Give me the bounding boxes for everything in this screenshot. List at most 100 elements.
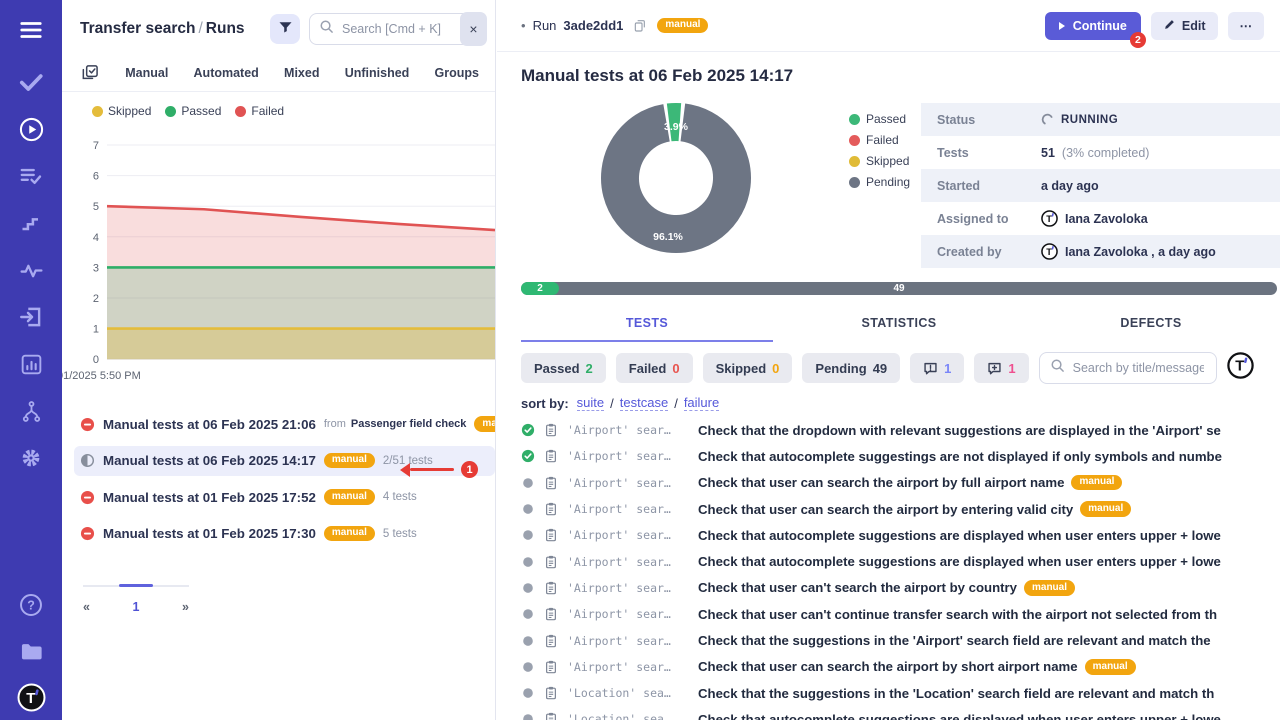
runs-header: Transfer search/Runs ×	[62, 0, 495, 54]
pending-icon	[521, 686, 535, 700]
help-icon[interactable]: ?	[16, 590, 46, 620]
pagination-next[interactable]: »	[182, 600, 189, 614]
test-suite: 'Airport' sear…	[567, 555, 689, 569]
legend-pending: Pending	[849, 175, 910, 189]
filter-chip-passed[interactable]: Passed 2	[521, 353, 606, 383]
testcase-icon	[544, 686, 558, 700]
close-search-button[interactable]: ×	[460, 12, 487, 46]
breadcrumb: Transfer search/Runs	[80, 20, 261, 38]
test-suite: 'Airport' sear…	[567, 581, 689, 595]
runs-search-input[interactable]	[340, 21, 456, 37]
tab-mixed[interactable]: Mixed	[284, 66, 319, 80]
comment-exclamation-chip[interactable]: 1	[910, 353, 964, 383]
sign-in-icon[interactable]	[16, 302, 46, 332]
legend-skipped: Skipped	[92, 104, 151, 118]
edit-button[interactable]: Edit	[1151, 12, 1218, 40]
menu-icon[interactable]	[16, 15, 46, 45]
test-row[interactable]: 'Airport' sear…Check that user can searc…	[521, 654, 1280, 680]
run-topbar: • Run 3ade2dd1 manual Continue 2 Edit ⋯	[497, 0, 1280, 52]
test-row[interactable]: 'Airport' sear…Check that autocomplete s…	[521, 548, 1280, 574]
play-circle-icon[interactable]	[16, 114, 46, 144]
filter-chip-pending[interactable]: Pending 49	[802, 353, 900, 383]
chart-legend: SkippedPassedFailed	[62, 96, 495, 120]
tests-search-input[interactable]	[1071, 360, 1206, 376]
user-avatar[interactable]: T	[1227, 352, 1254, 384]
pending-icon	[521, 607, 535, 621]
run-list-item[interactable]: Manual tests at 01 Feb 2025 17:30manual5…	[74, 519, 495, 549]
breadcrumb-separator: /	[198, 20, 202, 37]
breadcrumb-project[interactable]: Transfer search	[80, 20, 195, 37]
run-meta: 5 tests	[383, 528, 417, 540]
pulse-icon[interactable]	[16, 255, 46, 285]
avatar-t: T	[1041, 243, 1058, 260]
manual-badge: manual	[324, 453, 375, 469]
svg-text:T: T	[1046, 247, 1052, 258]
detail-tabs: TESTSSTATISTICSDEFECTS	[521, 308, 1277, 342]
svg-text:2: 2	[93, 293, 99, 305]
tab-tests[interactable]: TESTS	[521, 308, 773, 342]
tab-manual[interactable]: Manual	[125, 66, 168, 80]
testcase-icon	[544, 423, 558, 437]
test-row[interactable]: 'Location' sea…Check that the suggestion…	[521, 680, 1280, 706]
manual-badge: manual	[1080, 501, 1131, 517]
pagination-prev[interactable]: «	[83, 600, 90, 614]
test-row[interactable]: 'Airport' sear…Check that user can searc…	[521, 496, 1280, 522]
test-title: Check that user can search the airport b…	[698, 659, 1280, 675]
test-row[interactable]: 'Airport' sear…Check that the suggestion…	[521, 627, 1280, 653]
branch-icon[interactable]	[16, 396, 46, 426]
gear-icon[interactable]	[16, 443, 46, 473]
copy-icon[interactable]	[630, 18, 650, 34]
run-details-table: StatusRUNNINGTests51(3% completed)Starte…	[921, 103, 1280, 268]
filter-chip-failed[interactable]: Failed 0	[616, 353, 693, 383]
manual-badge: manual	[657, 18, 708, 34]
svg-text:7: 7	[93, 140, 99, 152]
test-row[interactable]: 'Airport' sear…Check that autocomplete s…	[521, 443, 1280, 469]
manual-badge: manual	[1024, 580, 1075, 596]
tab-unfinished[interactable]: Unfinished	[345, 66, 410, 80]
tab-defects[interactable]: DEFECTS	[1025, 308, 1277, 342]
progress-bar: 2 49	[521, 282, 1277, 295]
filter-chip-skipped[interactable]: Skipped 0	[703, 353, 793, 383]
test-row[interactable]: 'Airport' sear…Check that the dropdown w…	[521, 417, 1280, 443]
tab-automated[interactable]: Automated	[194, 66, 259, 80]
steps-icon[interactable]	[16, 208, 46, 238]
test-row[interactable]: 'Airport' sear…Check that autocomplete s…	[521, 522, 1280, 548]
run-overview: 3.9%96.1% PassedFailedSkippedPending Sta…	[497, 90, 1280, 282]
test-suite: 'Airport' sear…	[567, 502, 689, 516]
test-row[interactable]: 'Airport' sear…Check that user can searc…	[521, 470, 1280, 496]
comment-plus-chip[interactable]: 1	[974, 353, 1028, 383]
select-all-icon[interactable]	[80, 63, 100, 83]
tests-search	[1039, 352, 1217, 384]
comment-exclamation-icon	[923, 361, 938, 376]
check-icon[interactable]	[16, 67, 46, 97]
sort-testcase[interactable]: testcase	[620, 395, 668, 411]
list-check-icon[interactable]	[16, 161, 46, 191]
test-suite: 'Airport' sear…	[567, 607, 689, 621]
run-list-item[interactable]: Manual tests at 01 Feb 2025 17:52manual4…	[74, 482, 495, 512]
test-title: Check that autocomplete suggestions are …	[698, 528, 1280, 543]
test-row[interactable]: 'Airport' sear…Check that user can't sea…	[521, 575, 1280, 601]
more-button[interactable]: ⋯	[1228, 12, 1265, 40]
sort-failure[interactable]: failure	[684, 395, 719, 411]
avatar-t[interactable]: T	[16, 682, 46, 712]
run-list-item[interactable]: Manual tests at 06 Feb 2025 21:06fromPas…	[74, 409, 495, 439]
test-suite: 'Airport' sear…	[567, 449, 689, 463]
legend-passed: Passed	[165, 104, 221, 118]
tab-statistics[interactable]: STATISTICS	[773, 308, 1025, 342]
test-row[interactable]: 'Airport' sear…Check that user can't con…	[521, 601, 1280, 627]
test-row[interactable]: 'Location' sea…Check that autocomplete s…	[521, 706, 1280, 720]
search-icon	[1050, 358, 1065, 378]
tab-groups[interactable]: Groups	[435, 66, 479, 80]
bar-chart-icon[interactable]	[16, 349, 46, 379]
avatar-t: T	[1041, 210, 1058, 227]
pagination-page-1[interactable]: 1	[133, 600, 140, 614]
filter-button[interactable]	[270, 14, 300, 44]
ellipsis-icon: ⋯	[1240, 18, 1253, 33]
run-from-label: from	[324, 418, 346, 430]
folder-icon[interactable]	[16, 636, 46, 666]
continue-button[interactable]: Continue 2	[1045, 12, 1141, 40]
sort-by-label: sort by:	[521, 396, 569, 411]
runs-tabs: Manual Automated Mixed Unfinished Groups	[62, 54, 495, 92]
svg-text:5: 5	[93, 201, 99, 213]
sort-suite[interactable]: suite	[577, 395, 604, 411]
